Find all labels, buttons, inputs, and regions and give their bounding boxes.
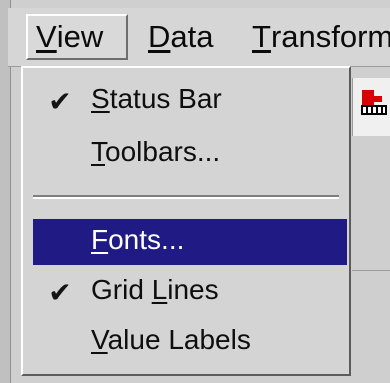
menu-item-fonts-rest: onts... bbox=[108, 224, 185, 255]
menu-item-value-labels-mnemonic: V bbox=[91, 324, 108, 355]
menu-view-rest: iew bbox=[56, 19, 104, 54]
menu-item-status-bar-mnemonic: S bbox=[91, 83, 110, 114]
menu-item-value-labels-label: Value Labels bbox=[91, 324, 251, 356]
menu-item-grid-lines[interactable]: ✔ Grid Lines bbox=[33, 269, 347, 315]
menu-separator bbox=[33, 195, 339, 199]
menu-item-grid-lines-rest: ines bbox=[167, 274, 219, 305]
menu-item-fonts-label: Fonts... bbox=[91, 224, 184, 256]
menu-data-mnemonic: D bbox=[148, 19, 171, 54]
menu-item-fonts-mnemonic: F bbox=[91, 224, 109, 255]
empty-check-icon bbox=[43, 327, 77, 357]
menu-item-grid-lines-label: Grid Lines bbox=[91, 274, 219, 306]
empty-check-icon bbox=[43, 227, 77, 257]
menu-view[interactable]: View bbox=[26, 14, 128, 60]
toolbar-button-icon[interactable] bbox=[352, 78, 390, 136]
menu-data[interactable]: Data bbox=[140, 14, 228, 60]
checkmark-icon: ✔ bbox=[48, 276, 72, 308]
menu-item-toolbars[interactable]: Toolbars... bbox=[33, 131, 347, 177]
menu-item-fonts[interactable]: Fonts... bbox=[33, 219, 347, 265]
menu-transform-mnemonic: T bbox=[252, 19, 271, 54]
menu-bar: View Data Transform bbox=[8, 8, 390, 67]
menu-item-toolbars-label: Toolbars... bbox=[91, 136, 220, 168]
checkmark-icon: ✔ bbox=[48, 85, 72, 117]
menu-view-mnemonic: V bbox=[36, 19, 57, 54]
menu-data-rest: ata bbox=[170, 19, 214, 54]
toolbar-button-icon-graphic bbox=[361, 90, 387, 115]
app-window: View Data Transform ✔ Status Bar Toolbar… bbox=[0, 0, 390, 383]
menu-transform[interactable]: Transform bbox=[244, 14, 390, 60]
menu-item-toolbars-mnemonic: T bbox=[91, 136, 105, 167]
menu-item-status-bar-label: Status Bar bbox=[91, 83, 222, 115]
menu-item-grid-lines-prefix: Grid bbox=[91, 274, 152, 305]
view-menu-dropdown: ✔ Status Bar Toolbars... Fonts... ✔ Grid… bbox=[21, 66, 351, 376]
menu-item-grid-lines-mnemonic: L bbox=[151, 274, 168, 305]
menu-item-status-bar[interactable]: ✔ Status Bar bbox=[33, 78, 347, 124]
menu-item-toolbars-rest: oolbars... bbox=[105, 136, 221, 167]
menu-item-value-labels-rest: alue Labels bbox=[107, 324, 251, 355]
menu-item-value-labels[interactable]: Value Labels bbox=[33, 319, 347, 365]
background-divider bbox=[352, 270, 390, 271]
empty-check-icon bbox=[43, 139, 77, 169]
menu-transform-rest: ransform bbox=[270, 19, 390, 54]
menu-item-status-bar-rest: tatus Bar bbox=[109, 83, 222, 114]
